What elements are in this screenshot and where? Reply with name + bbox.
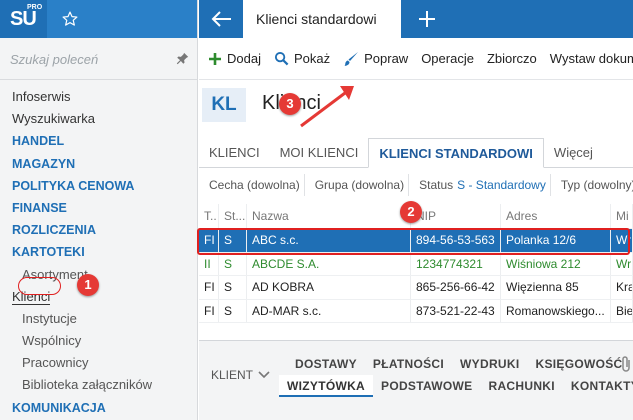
annotation-arrow [300, 86, 354, 128]
callout-badge-2: 2 [400, 201, 422, 223]
app-window: SU PRO InfoserwisWyszukiwarkaHANDELMAGAZ… [0, 0, 633, 420]
callout-badge-3: 3 [279, 93, 301, 115]
